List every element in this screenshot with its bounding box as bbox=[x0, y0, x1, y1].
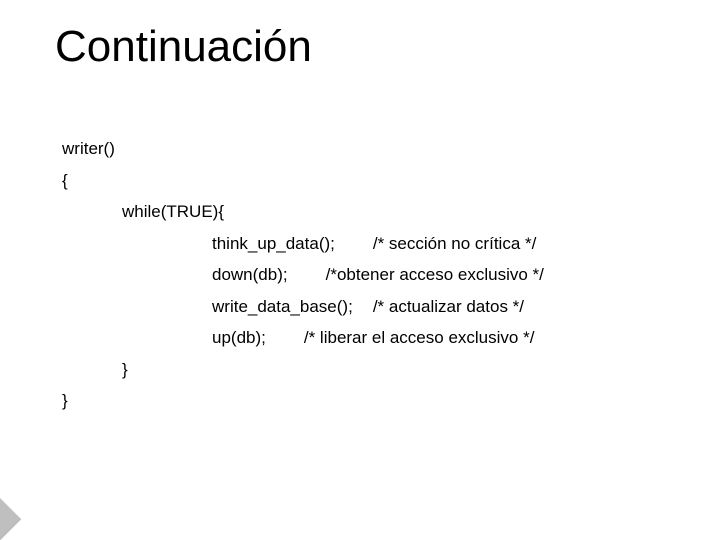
code-line: up(db); /* liberar el acceso exclusivo */ bbox=[212, 325, 662, 351]
code-block: writer() { while(TRUE){ think_up_data();… bbox=[62, 130, 662, 420]
code-line: { bbox=[62, 168, 662, 194]
code-line: while(TRUE){ bbox=[122, 199, 662, 225]
code-line: down(db); /*obtener acceso exclusivo */ bbox=[212, 262, 662, 288]
code-line: writer() bbox=[62, 136, 662, 162]
corner-fold-icon bbox=[0, 498, 42, 540]
code-stmt: down(db); bbox=[212, 265, 288, 284]
code-comment: /* sección no crítica */ bbox=[373, 234, 536, 253]
code-line: } bbox=[122, 357, 662, 383]
slide-title: Continuación bbox=[55, 22, 312, 72]
code-comment: /*obtener acceso exclusivo */ bbox=[326, 265, 544, 284]
code-stmt: write_data_base(); bbox=[212, 297, 353, 316]
code-line: write_data_base(); /* actualizar datos */ bbox=[212, 294, 662, 320]
slide: Continuación writer() { while(TRUE){ thi… bbox=[0, 0, 720, 540]
code-stmt: up(db); bbox=[212, 328, 266, 347]
code-line: think_up_data(); /* sección no crítica */ bbox=[212, 231, 662, 257]
code-stmt: think_up_data(); bbox=[212, 234, 335, 253]
code-comment: /* actualizar datos */ bbox=[373, 297, 524, 316]
code-line: } bbox=[62, 388, 662, 414]
code-comment: /* liberar el acceso exclusivo */ bbox=[304, 328, 535, 347]
